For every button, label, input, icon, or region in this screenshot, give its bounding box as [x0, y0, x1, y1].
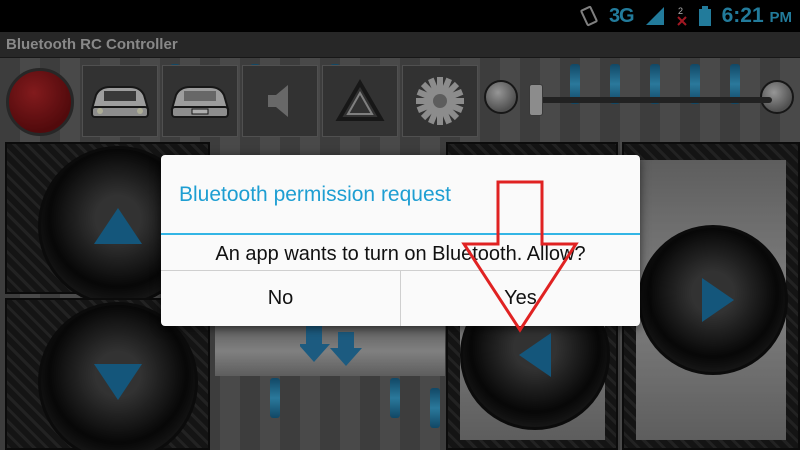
- no-button[interactable]: No: [161, 271, 400, 326]
- annotation-arrow-icon: [461, 180, 579, 333]
- dialog-title: Bluetooth permission request: [179, 183, 451, 206]
